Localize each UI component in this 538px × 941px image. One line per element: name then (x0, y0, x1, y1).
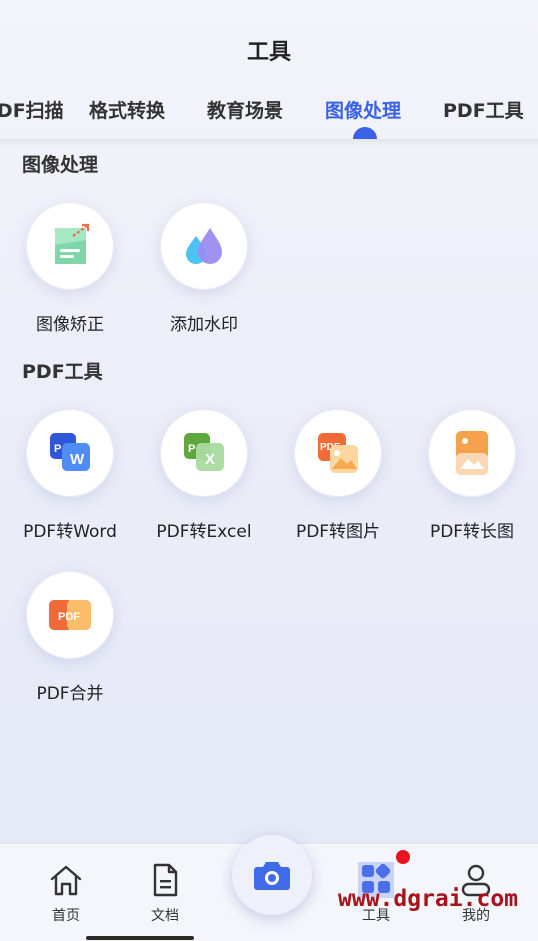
watermark-drops-icon (186, 228, 222, 264)
svg-text:P: P (188, 443, 195, 455)
tool-pdf-merge[interactable]: PDF PDF合并 (3, 571, 137, 711)
tool-image-correction[interactable]: 图像矫正 (3, 202, 137, 342)
svg-text:X: X (205, 451, 215, 468)
tool-pdf-to-excel[interactable]: P X PDF转Excel (137, 409, 271, 549)
tool-label: 图像矫正 (36, 315, 104, 335)
tool-pdf-to-word[interactable]: P W PDF转Word (3, 409, 137, 549)
tool-label: PDF转长图 (429, 522, 515, 542)
nav-label: 首页 (52, 908, 80, 924)
nav-label: 文档 (151, 908, 179, 924)
tab-pdf-tools[interactable]: PDF工具 (443, 96, 524, 123)
tab-education[interactable]: 教育场景 (207, 96, 283, 123)
notification-badge (396, 850, 410, 864)
home-icon (50, 865, 82, 896)
svg-text:PDF: PDF (58, 611, 80, 623)
camera-button[interactable] (232, 835, 312, 915)
pdf-merge-icon: PDF (49, 600, 91, 630)
tab-image-processing[interactable]: 图像处理 (325, 96, 401, 123)
nav-documents[interactable]: 文档 (125, 844, 205, 941)
section-title-pdf-tools: PDF工具 (22, 361, 103, 383)
pdf-to-image-icon: PDF (318, 433, 358, 473)
tool-pdf-to-image[interactable]: PDF PDF转图片 (271, 409, 405, 549)
watermark-text: www.dgrai.com (338, 886, 519, 912)
pdf-to-excel-icon: P X (184, 433, 224, 471)
camera-icon (254, 862, 290, 890)
tool-add-watermark[interactable]: 添加水印 (137, 202, 271, 342)
tab-pdf-scan[interactable]: PDF扫描 (0, 96, 64, 123)
tab-format-conversion[interactable]: 格式转换 (89, 96, 165, 123)
svg-text:P: P (54, 443, 61, 455)
svg-text:W: W (70, 451, 85, 468)
nav-home[interactable]: 首页 (26, 844, 106, 941)
tool-pdf-to-long-image[interactable]: PDF转长图 (405, 409, 538, 549)
tool-label: 添加水印 (170, 315, 238, 335)
pdf-to-long-image-icon (456, 431, 488, 475)
pdf-to-word-icon: P W (50, 433, 90, 471)
tool-label: PDF转Word (23, 522, 117, 542)
page-title: 工具 (246, 40, 291, 65)
home-indicator (86, 936, 194, 940)
tool-label: PDF合并 (36, 684, 104, 704)
tool-label: PDF转Excel (156, 522, 252, 542)
tabs-divider (0, 139, 538, 147)
section-title-image-processing: 图像处理 (22, 154, 99, 176)
category-tabs: PDF扫描 格式转换 教育场景 图像处理 PDF工具 (0, 96, 538, 140)
document-icon (153, 863, 178, 897)
image-correction-icon (55, 223, 90, 264)
tool-label: PDF转图片 (295, 522, 381, 542)
